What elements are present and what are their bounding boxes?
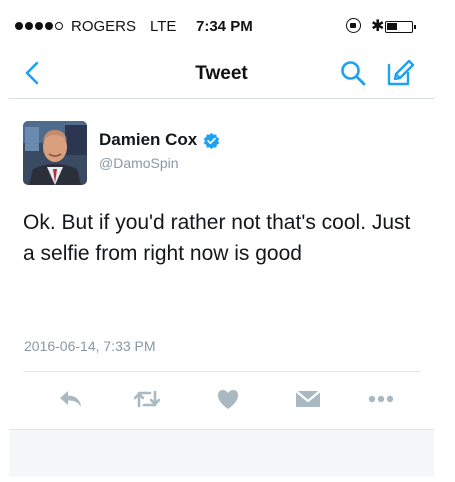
status-time: 7:34 PM bbox=[196, 18, 253, 35]
compose-tweet-icon[interactable] bbox=[385, 58, 415, 88]
status-bar: ROGERS LTE 7:34 PM ✱ bbox=[9, 9, 434, 45]
reply-icon bbox=[60, 391, 81, 407]
avatar[interactable] bbox=[23, 121, 87, 185]
reply-area bbox=[9, 429, 434, 477]
retweet-icon bbox=[133, 390, 161, 408]
battery-icon bbox=[385, 21, 416, 33]
tweet-timestamp: 2016-06-14, 7:33 PM bbox=[24, 338, 156, 354]
carrier-name: ROGERS bbox=[71, 18, 137, 35]
author-handle[interactable]: @DamoSpin bbox=[99, 155, 179, 171]
divider bbox=[23, 371, 420, 372]
retweet-button[interactable] bbox=[133, 387, 161, 411]
network-type: LTE bbox=[150, 18, 177, 35]
like-icon bbox=[218, 390, 238, 409]
more-button[interactable] bbox=[367, 387, 395, 411]
verified-badge-icon bbox=[204, 132, 220, 149]
tweet-actions bbox=[9, 387, 434, 413]
bluetooth-icon: ✱ bbox=[371, 18, 385, 35]
direct-message-icon bbox=[295, 390, 321, 407]
navigation-bar: Tweet bbox=[9, 45, 434, 99]
search-icon[interactable] bbox=[339, 59, 367, 87]
like-button[interactable] bbox=[214, 387, 242, 411]
page-title: Tweet bbox=[195, 63, 248, 84]
tweet-screen: ROGERS LTE 7:34 PM ✱ Tweet Damien Cox @D… bbox=[9, 9, 434, 477]
avatar-image bbox=[23, 121, 87, 185]
author-row[interactable]: Damien Cox bbox=[99, 130, 220, 150]
direct-message-button[interactable] bbox=[294, 387, 322, 411]
rotation-lock-icon bbox=[346, 18, 361, 33]
more-icon bbox=[368, 395, 394, 403]
tweet-text: Ok. But if you'd rather not that's cool.… bbox=[23, 211, 411, 265]
reply-button[interactable] bbox=[57, 387, 85, 411]
signal-strength-icon bbox=[15, 22, 63, 30]
author-display-name[interactable]: Damien Cox bbox=[99, 130, 197, 150]
